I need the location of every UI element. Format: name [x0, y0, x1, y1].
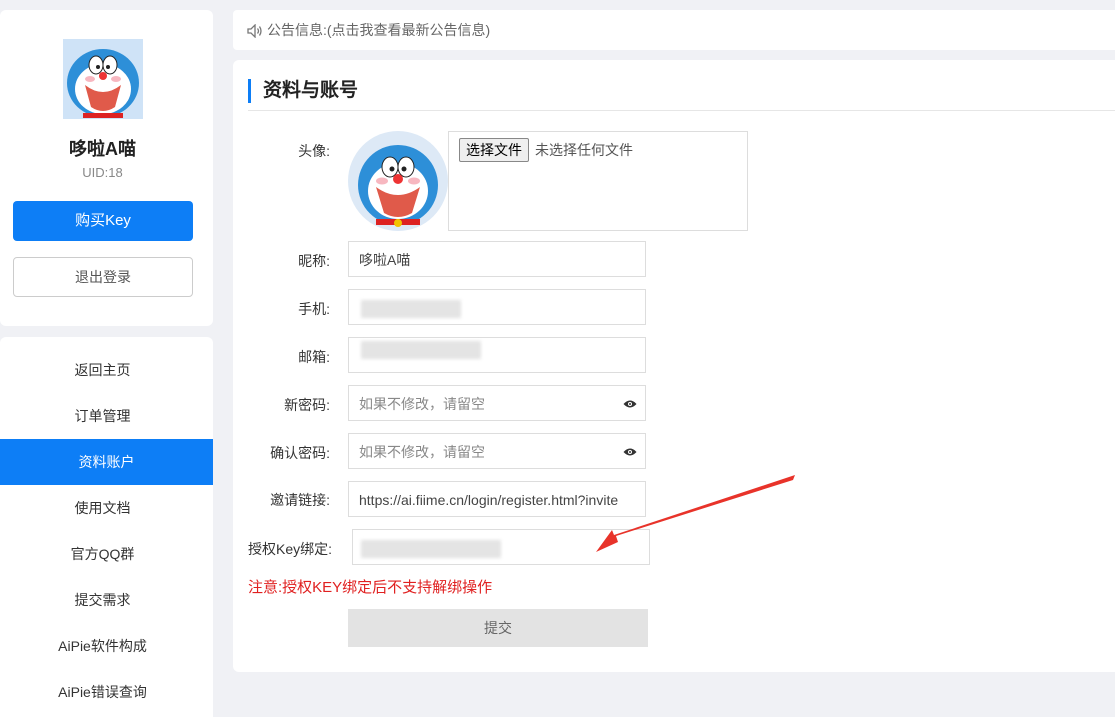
avatar-preview	[348, 131, 448, 231]
email-field[interactable]	[348, 337, 646, 373]
email-label: 邮箱:	[298, 349, 330, 365]
redacted-license-key	[361, 540, 501, 558]
sidebar-item-error-lookup[interactable]: AiPie错误查询	[0, 669, 205, 715]
avatar-label: 头像:	[298, 143, 330, 159]
redacted-phone	[361, 300, 461, 318]
sidebar-nav: 返回主页 订单管理 资料账户 使用文档 官方QQ群 提交需求 AiPie软件构成…	[0, 337, 213, 717]
redacted-email	[361, 341, 481, 359]
logout-button[interactable]: 退出登录	[13, 257, 193, 297]
user-uid: UID:18	[82, 165, 123, 180]
submit-button[interactable]: 提交	[348, 609, 648, 647]
nickname-value: 哆啦A喵	[359, 252, 411, 268]
confirm-password-placeholder: 如果不修改，请留空	[359, 444, 485, 460]
confirm-password-label: 确认密码:	[270, 445, 330, 461]
confirm-password-field[interactable]: 如果不修改，请留空	[348, 433, 646, 469]
notice-bar[interactable]: 公告信息:(点击我查看最新公告信息)	[233, 10, 1115, 50]
buy-key-button[interactable]: 购买Key	[13, 201, 193, 241]
license-key-label: 授权Key绑定:	[248, 541, 333, 557]
invite-label: 邀请链接:	[270, 492, 330, 508]
sidebar-item-orders[interactable]: 订单管理	[0, 393, 205, 439]
new-password-placeholder: 如果不修改，请留空	[359, 396, 485, 412]
choose-file-button[interactable]: 选择文件	[459, 138, 529, 162]
speaker-icon	[247, 23, 262, 39]
warning-text: 注意:授权KEY绑定后不支持解绑操作	[248, 579, 493, 596]
sidebar-item-qq-group[interactable]: 官方QQ群	[0, 531, 205, 577]
new-password-field[interactable]: 如果不修改，请留空	[348, 385, 646, 421]
sidebar-item-docs[interactable]: 使用文档	[0, 485, 205, 531]
nickname-field[interactable]: 哆啦A喵	[348, 241, 646, 277]
annotation-arrow	[596, 475, 795, 552]
profile-card: 哆啦A喵 UID:18 购买Key 退出登录	[0, 10, 213, 326]
phone-field[interactable]	[348, 289, 646, 325]
nickname-label: 昵称:	[298, 253, 330, 269]
notice-text: 公告信息:(点击我查看最新公告信息)	[267, 22, 491, 38]
avatar	[63, 39, 143, 119]
eye-icon[interactable]	[623, 399, 637, 409]
user-name: 哆啦A喵	[69, 139, 136, 159]
file-upload-box: 选择文件 未选择任何文件	[448, 131, 748, 231]
sidebar-item-account[interactable]: 资料账户	[0, 439, 213, 485]
new-password-label: 新密码:	[284, 397, 330, 413]
sidebar-item-home[interactable]: 返回主页	[0, 347, 205, 393]
title-divider	[248, 110, 1115, 111]
sidebar-item-software[interactable]: AiPie软件构成	[0, 623, 205, 669]
eye-icon[interactable]	[623, 447, 637, 457]
page-title: 资料与账号	[248, 79, 358, 103]
phone-label: 手机:	[298, 301, 330, 317]
sidebar-item-submit-request[interactable]: 提交需求	[0, 577, 205, 623]
file-status: 未选择任何文件	[535, 142, 633, 158]
